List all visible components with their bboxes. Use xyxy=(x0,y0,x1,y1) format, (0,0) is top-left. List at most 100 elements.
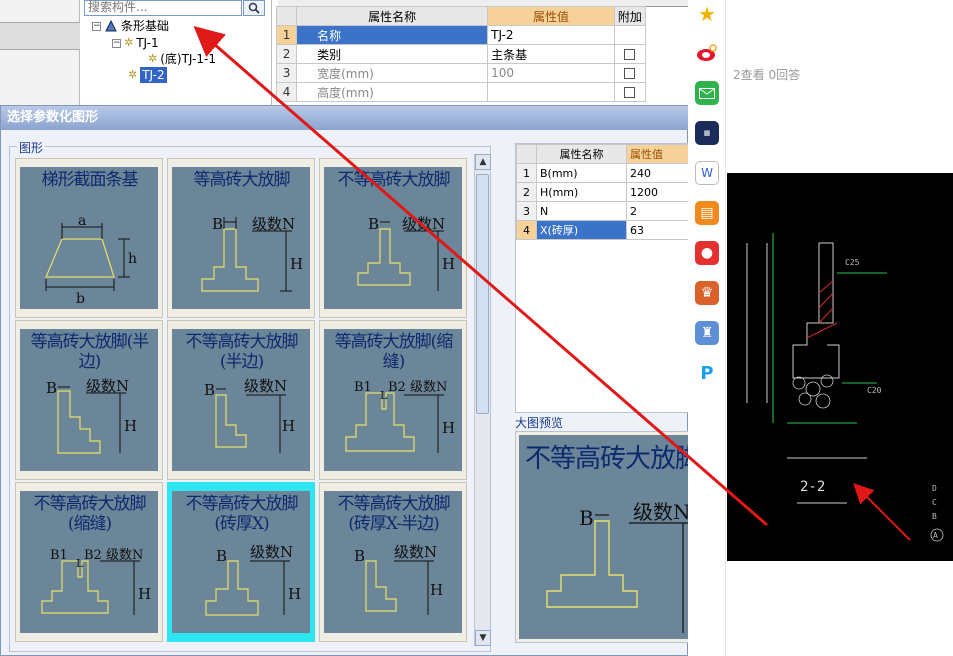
game2-icon[interactable]: ♜ xyxy=(695,321,719,345)
tree-node-tj1-1[interactable]: ✲ (底)TJ-1-1 xyxy=(148,51,216,67)
dialog-title: 选择参数化图形 xyxy=(1,106,689,130)
tree-node-tj2[interactable]: ✲ TJ-2 xyxy=(128,67,167,83)
svg-text:B1: B1 xyxy=(50,548,68,563)
svg-text:L: L xyxy=(380,389,388,402)
novel-icon[interactable]: ▤ xyxy=(695,201,719,225)
shape-tile-unequal-gap[interactable]: 不等高砖大放脚(缩缝) B1 L B2 级数N H xyxy=(15,482,163,642)
column-header-extra: 附加 xyxy=(613,6,647,26)
svg-text:级数N: 级数N xyxy=(244,377,287,395)
scroll-thumb[interactable] xyxy=(476,174,489,414)
search-input[interactable]: 搜索构件... xyxy=(84,0,242,16)
table-row[interactable]: 1 名称 TJ-2 xyxy=(275,25,647,45)
svg-text:H: H xyxy=(290,255,303,273)
column-header-value: 属性值 xyxy=(626,144,696,164)
component-icon: ✲ xyxy=(128,68,138,81)
table-row[interactable]: 3 宽度(mm) 100 xyxy=(275,63,647,83)
svg-text:H: H xyxy=(124,417,137,435)
svg-text:B: B xyxy=(354,547,365,565)
svg-text:B: B xyxy=(932,512,937,521)
table-row[interactable]: 4 X(砖厚) 63 xyxy=(516,220,696,240)
view-answer-stats: 2查看 0回答 xyxy=(733,68,801,82)
shapes-legend: 图形 xyxy=(17,139,46,156)
tree-node-label: 条形基础 xyxy=(121,19,170,33)
shape-tile-equal-half[interactable]: 等高砖大放脚(半边) B 级数N H xyxy=(15,320,163,480)
footing-diagram: B1 L B2 级数N H xyxy=(345,380,455,453)
svg-text:L: L xyxy=(76,557,84,570)
svg-text:B1: B1 xyxy=(354,380,372,395)
extra-checkbox[interactable] xyxy=(624,49,636,60)
svg-text:B: B xyxy=(216,547,227,565)
table-row[interactable]: 3 N 2 xyxy=(516,201,696,221)
search-icon xyxy=(248,2,260,14)
svg-text:H: H xyxy=(430,581,443,599)
select-parametric-shape-dialog: 选择参数化图形 图形 梯形截面条基 a b h 等高砖大放脚 B 级数N H 不… xyxy=(0,105,696,656)
tree-node-label: (底)TJ-1-1 xyxy=(160,52,216,66)
svg-text:级数N: 级数N xyxy=(252,215,295,233)
shapes-scrollbar[interactable]: ▲ ▼ xyxy=(474,154,491,646)
svg-text:级数N: 级数N xyxy=(106,548,143,563)
shape-tile-brick-x-half[interactable]: 不等高砖大放脚(砖厚X-半边) B 级数N H xyxy=(319,482,467,642)
svg-text:级数N: 级数N xyxy=(394,543,437,561)
red-icon[interactable]: ● xyxy=(695,241,719,265)
svg-text:级数N: 级数N xyxy=(410,380,447,395)
label-h: h xyxy=(128,251,137,267)
scroll-down-icon[interactable]: ▼ xyxy=(475,630,491,646)
svg-text:B: B xyxy=(579,506,594,530)
svg-text:B2: B2 xyxy=(84,548,102,563)
shape-tile-trapezoid[interactable]: 梯形截面条基 a b h xyxy=(15,158,163,318)
shape-tile-unequal-footing[interactable]: 不等高砖大放脚 B 级数N H xyxy=(319,158,467,318)
svg-text:B: B xyxy=(212,215,223,233)
svg-text:级数N: 级数N xyxy=(250,543,293,561)
weibo-icon[interactable] xyxy=(695,41,719,65)
label-a: a xyxy=(78,213,86,229)
footing-diagram: B 级数N H xyxy=(354,543,443,615)
shape-tile-equal-gap[interactable]: 等高砖大放脚(缩缝) B1 L B2 级数N H xyxy=(319,320,467,480)
svg-text:H: H xyxy=(282,417,295,435)
mail-icon[interactable] xyxy=(695,81,719,105)
svg-text:H: H xyxy=(442,419,455,437)
svg-text:H: H xyxy=(442,255,455,273)
svg-text:A: A xyxy=(933,531,938,540)
footing-diagram: B 级数N H xyxy=(46,377,137,454)
footing-diagram: B 级数N H xyxy=(205,543,301,616)
label-b: b xyxy=(76,291,85,307)
property-table: 属性名称 属性值 附加 1 名称 TJ-2 2 类别 主条基 3 宽度(mm) … xyxy=(275,6,647,102)
extra-checkbox[interactable] xyxy=(624,68,636,79)
svg-text:B2: B2 xyxy=(388,380,406,395)
extra-checkbox[interactable] xyxy=(624,87,636,98)
footing-diagram: B1 L B2 级数N H xyxy=(41,548,151,615)
cad-section-label: 2-2 xyxy=(800,479,826,495)
footing-diagram: B 级数N H xyxy=(357,215,455,291)
table-row[interactable]: 1 B(mm) 240 xyxy=(516,163,696,183)
shape-tile-brick-x[interactable]: 不等高砖大放脚(砖厚X) B 级数N H xyxy=(167,482,315,642)
search-button[interactable] xyxy=(243,0,265,16)
tree-node-strip-foundation[interactable]: − 条形基础 xyxy=(92,18,169,34)
star-icon[interactable]: ★ xyxy=(695,2,719,26)
column-header-name: 属性名称 xyxy=(296,6,489,26)
collapse-icon[interactable]: − xyxy=(112,38,121,48)
table-row[interactable]: 2 类别 主条基 xyxy=(275,44,647,64)
foundation-icon xyxy=(105,19,117,32)
table-row[interactable]: 2 H(mm) 1200 xyxy=(516,182,696,202)
p-icon[interactable]: P xyxy=(695,361,719,385)
shape-tile-equal-footing[interactable]: 等高砖大放脚 B 级数N H xyxy=(167,158,315,318)
collapse-icon[interactable]: − xyxy=(92,21,101,31)
shape-tile-unequal-half[interactable]: 不等高砖大放脚(半边) B 级数N H xyxy=(167,320,315,480)
svg-text:D: D xyxy=(932,484,937,493)
scroll-up-icon[interactable]: ▲ xyxy=(475,154,491,170)
svg-text:C: C xyxy=(932,498,937,507)
svg-text:H: H xyxy=(138,585,151,603)
table-row[interactable]: 4 高度(mm) xyxy=(275,82,647,102)
parameter-table: 属性名称 属性值 1 B(mm) 240 2 H(mm) 1200 3 N 2 … xyxy=(516,144,696,240)
tree-node-tj1[interactable]: − ✲ TJ-1 xyxy=(112,35,159,51)
trapezoid-diagram: a b h xyxy=(45,213,137,307)
svg-text:C25: C25 xyxy=(845,258,860,267)
game-icon[interactable]: ♛ xyxy=(695,281,719,305)
tree-node-label: TJ-1 xyxy=(136,36,159,50)
news-icon[interactable]: ▦ xyxy=(695,121,719,145)
doc-icon[interactable]: W xyxy=(695,161,719,185)
svg-text:C20: C20 xyxy=(867,386,882,395)
preview-panel: 不等高砖大放脚(砖厚X) B 级数N xyxy=(515,431,694,643)
svg-text:级数N: 级数N xyxy=(633,500,691,524)
browser-sidebar: ★ ▦ W ▤ ● ♛ ♜ P xyxy=(688,0,726,656)
